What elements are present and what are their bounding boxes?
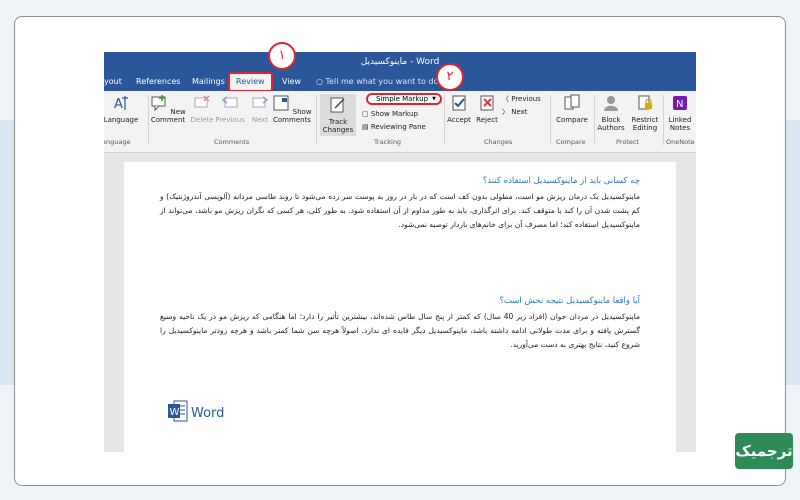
heading-1: چه کسانی باید از ماینوکسیدیل استفاده کنن… (482, 176, 640, 186)
language-group-label: anguage (104, 138, 131, 146)
tab-view[interactable]: View (282, 72, 301, 91)
markup-dropdown[interactable]: Simple Markup ▼ (366, 93, 442, 105)
tab-layout[interactable]: yout (104, 72, 122, 91)
tab-review[interactable]: Review (228, 72, 273, 92)
accept-button[interactable]: Accept (446, 94, 472, 124)
reviewing-pane-button[interactable]: ▤ Reviewing Pane (362, 122, 426, 132)
next-change-button[interactable]: 〉 Next (502, 107, 528, 117)
tab-references[interactable]: References (136, 72, 180, 91)
paragraph-1: ماینوکسیدیل یک درمان ریزش مو است، مطولی … (160, 192, 640, 229)
tell-me-search[interactable]: ○ Tell me what you want to do... (316, 72, 446, 91)
ribbon-tabs: yout References Mailings Review View ○ T… (104, 72, 696, 92)
divider (550, 95, 551, 145)
onenote-group-label: OneNote (666, 138, 695, 146)
show-markup-button[interactable]: ▢ Show Markup (362, 109, 418, 119)
chevron-down-icon: ▼ (432, 96, 436, 102)
show-markup-icon: ▢ (362, 110, 371, 118)
show-comments-button[interactable]: Show Comments (272, 94, 312, 124)
reject-button[interactable]: Reject (474, 94, 500, 124)
language-button[interactable]: A Language (104, 94, 146, 124)
svg-text:N: N (676, 99, 683, 110)
lock-icon (638, 95, 652, 110)
ribbon: A Language anguage New Comment Delete Pr… (104, 91, 696, 153)
step-1-marker: ١ (268, 42, 296, 70)
brand-badge: ترجمیک (735, 433, 793, 469)
step-2-marker: ٢ (436, 63, 464, 91)
onenote-icon: N (673, 96, 687, 110)
previous-change-button[interactable]: 〈 Previous (502, 94, 541, 104)
comments-group-label: Comments (214, 138, 250, 146)
changes-group-label: Changes (484, 138, 513, 146)
accept-icon (452, 95, 466, 111)
restrict-editing-button[interactable]: Restrict Editing (628, 94, 662, 132)
show-comments-icon (273, 95, 289, 111)
tab-mailings[interactable]: Mailings (192, 72, 225, 91)
protect-group-label: Protect (616, 138, 639, 146)
track-changes-icon (330, 97, 345, 113)
divider (663, 95, 664, 145)
paragraph-2: ماینوکسیدیل در مردان جوان (افراد زیر 40 … (160, 312, 640, 349)
new-comment-icon (151, 95, 166, 112)
divider (148, 95, 149, 145)
divider (594, 95, 595, 145)
previous-comment-icon (221, 96, 238, 108)
block-authors-button[interactable]: Block Authors (596, 94, 626, 132)
svg-text:A: A (114, 97, 123, 112)
delete-comment-icon (194, 95, 210, 108)
next-change-icon: 〉 (502, 108, 512, 116)
svg-text:W: W (170, 407, 180, 418)
previous-comment-button[interactable]: Previous (214, 94, 246, 124)
divider (444, 95, 445, 145)
delete-comment-button[interactable]: Delete (188, 94, 216, 124)
new-comment-button[interactable]: New Comment (150, 94, 186, 124)
block-authors-icon (604, 96, 618, 111)
word-window: ماینوکسیدیل - Word yout References Maili… (104, 52, 696, 452)
divider (316, 95, 317, 145)
next-comment-icon (252, 96, 269, 108)
compare-group-label: Compare (556, 138, 586, 146)
language-icon: A (114, 96, 128, 112)
word-logo-text: Word (191, 406, 225, 421)
previous-change-icon: 〈 (502, 95, 512, 103)
compare-button[interactable]: Compare (554, 94, 590, 124)
next-comment-button[interactable]: Next (248, 94, 272, 124)
reviewing-pane-icon: ▤ (362, 123, 371, 131)
tracking-group-label: Tracking (374, 138, 402, 146)
window-title: ماینوکسیدیل - Word (104, 52, 696, 72)
compare-icon (564, 94, 580, 110)
reject-icon (480, 95, 494, 111)
heading-2: آیا واقعا ماینوکسیدیل نتیجه بخش است؟ (499, 296, 640, 306)
lightbulb-icon: ○ (316, 77, 326, 86)
document-page[interactable]: چه کسانی باید از ماینوکسیدیل استفاده کنن… (124, 162, 676, 452)
linked-notes-button[interactable]: N Linked Notes (665, 94, 695, 132)
word-logo-icon: W (168, 400, 188, 422)
track-changes-button[interactable]: Track Changes (320, 94, 356, 136)
